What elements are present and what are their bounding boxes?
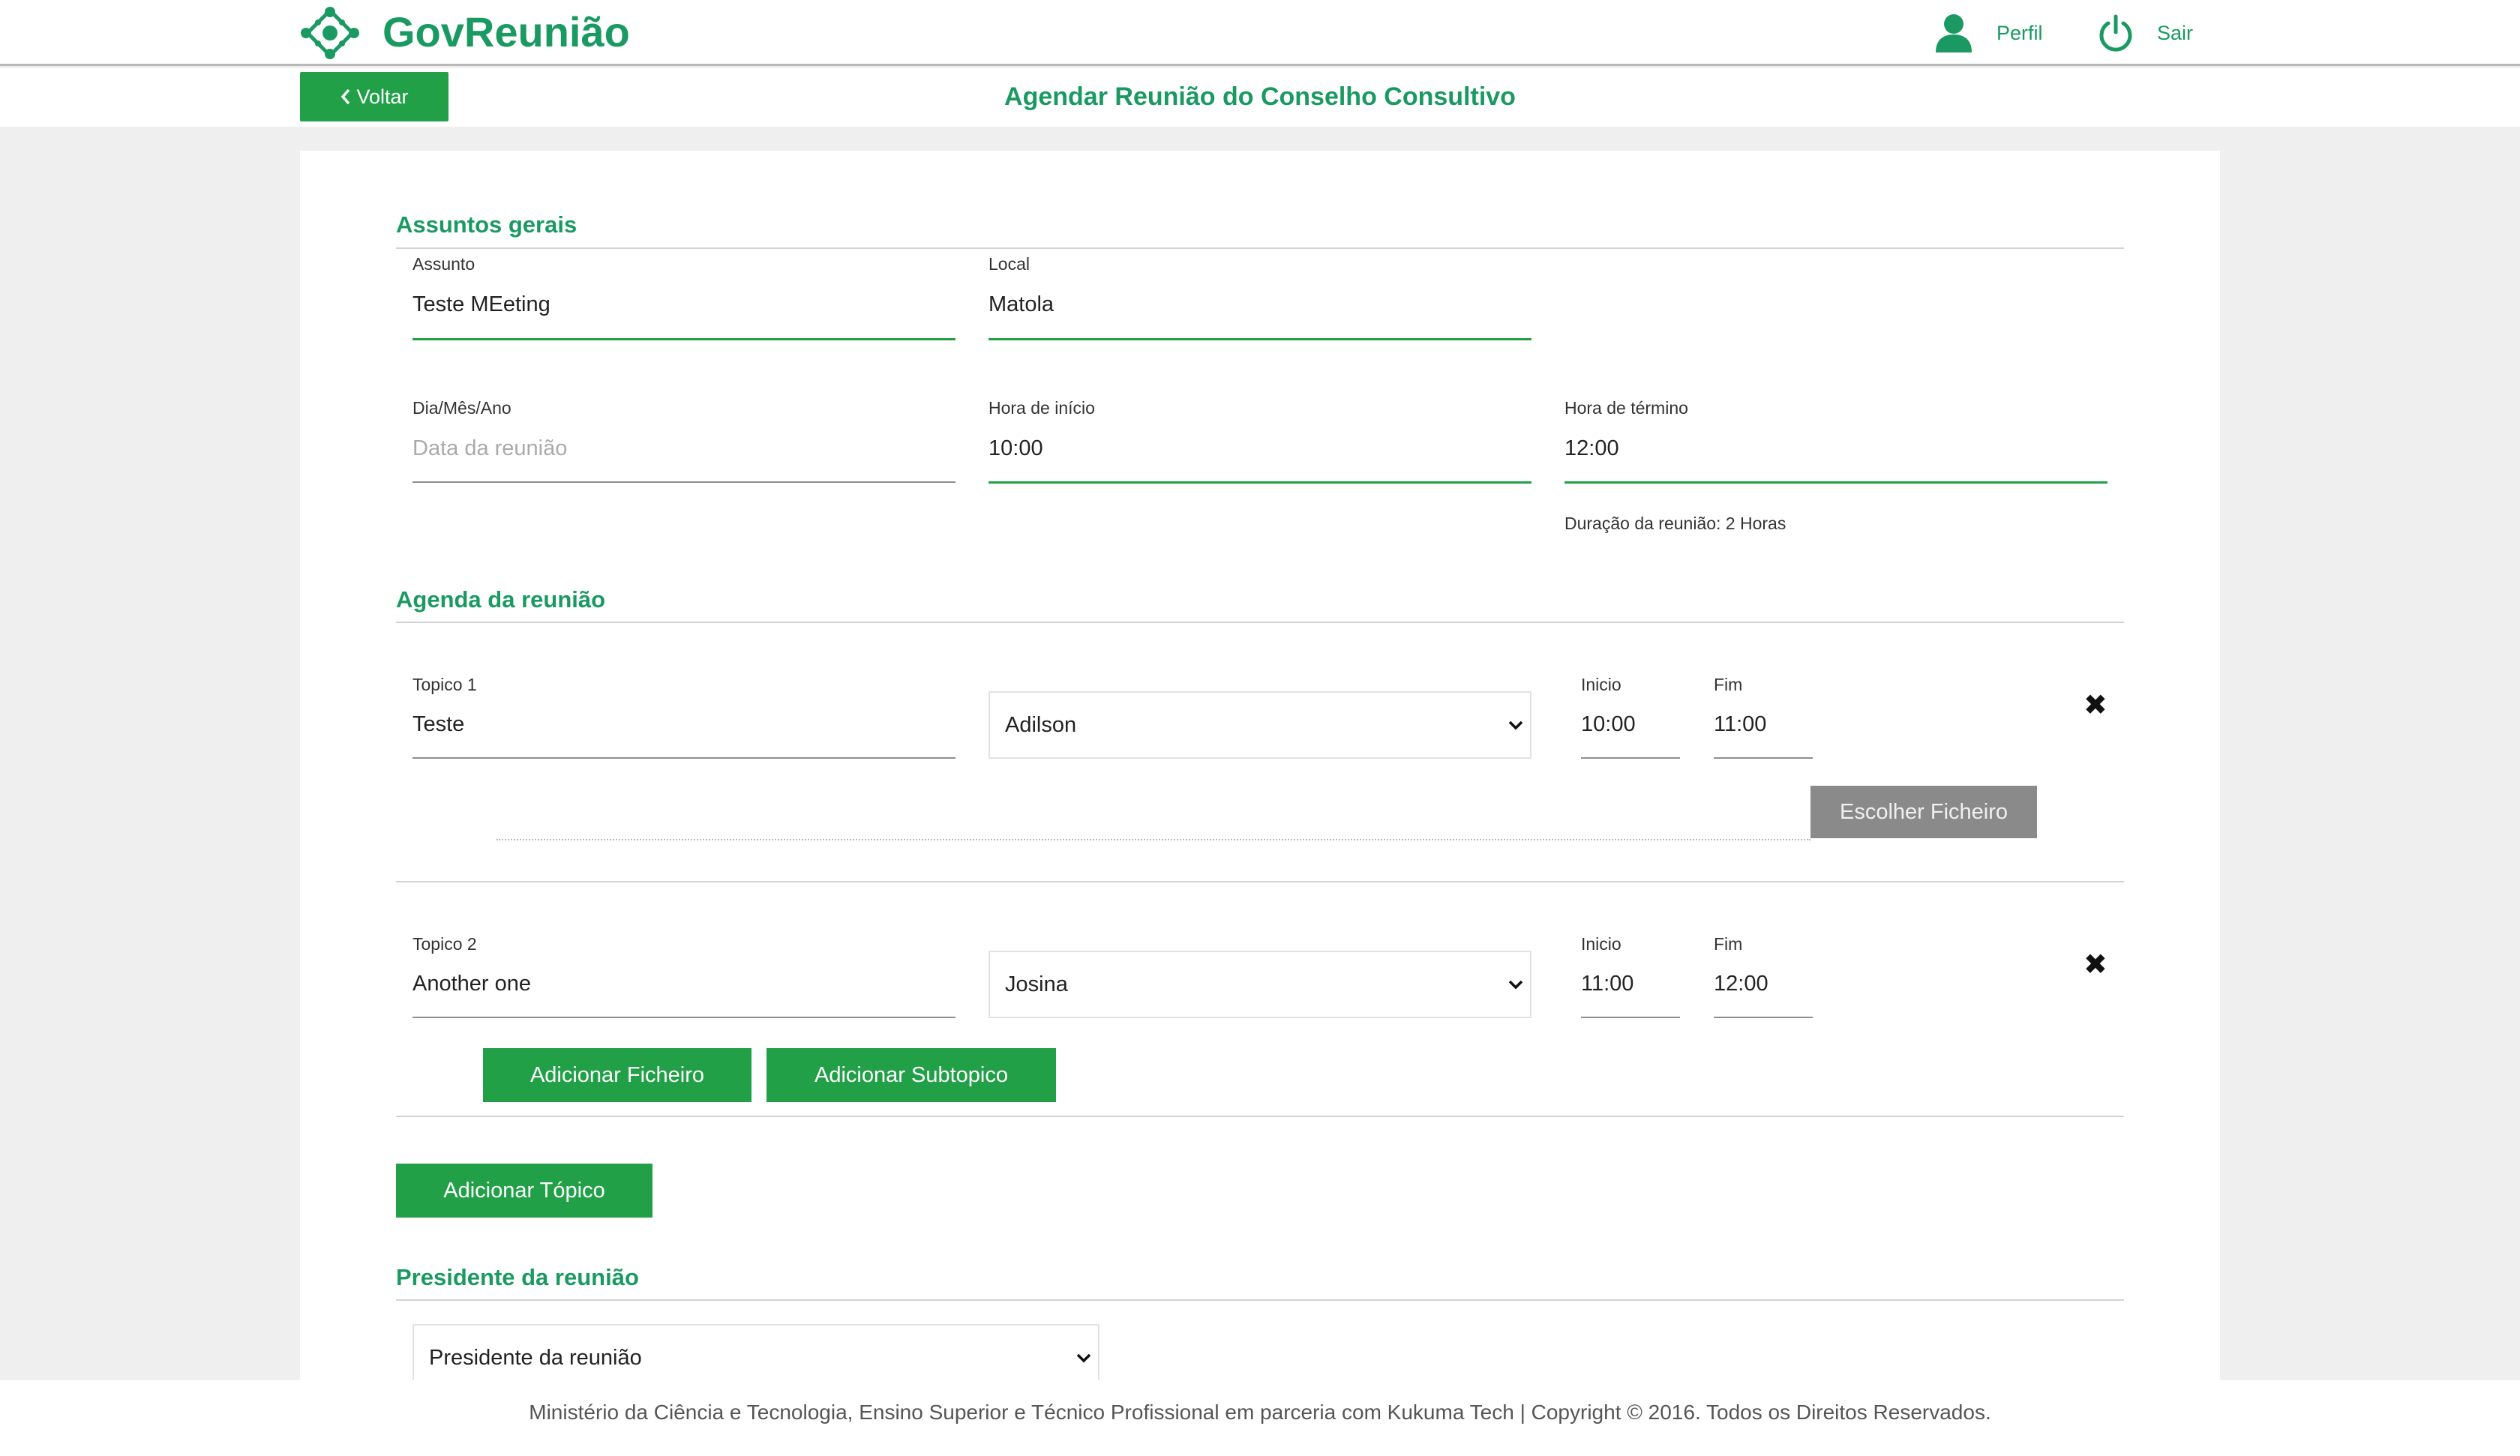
close-icon: ✖ — [2084, 690, 2108, 721]
president-select-value: Presidente da reunião — [429, 1345, 642, 1370]
logout-label: Sair — [2157, 21, 2194, 44]
profile-link[interactable]: Perfil — [1935, 10, 2043, 55]
topic-1-end-underline — [1714, 757, 1813, 759]
app-logo-text: GovReunião — [382, 8, 630, 55]
remove-topic-2-button[interactable]: ✖ — [2084, 948, 2108, 981]
topic-2-end-input[interactable]: 12:00 — [1714, 972, 1768, 996]
diamond-logo-icon — [301, 7, 359, 59]
topic-2-end-underline — [1714, 1017, 1813, 1018]
chevron-left-icon — [341, 88, 350, 105]
footer-text: Ministério da Ciência e Tecnologia, Ensi… — [529, 1401, 1991, 1424]
location-underline — [988, 338, 1532, 340]
location-input[interactable]: Matola — [988, 292, 1054, 317]
section-title-president: Presidente da reunião — [396, 1264, 639, 1290]
subject-input[interactable]: Teste MEeting — [412, 292, 550, 317]
section-divider — [396, 622, 2124, 623]
choose-file-button[interactable]: Escolher Ficheiro — [1810, 786, 2037, 838]
topic-1-person-select[interactable]: Adilson — [988, 691, 1532, 759]
topic-1-underline — [412, 757, 956, 759]
topic-divider — [396, 1116, 2124, 1117]
start-time-input[interactable]: 10:00 — [988, 436, 1043, 461]
chevron-down-icon — [1076, 1353, 1091, 1363]
profile-label: Perfil — [1996, 21, 2043, 44]
topic-1-start-label: Inicio — [1581, 675, 1622, 694]
section-title-agenda: Agenda da reunião — [396, 586, 606, 613]
date-label: Dia/Mês/Ano — [412, 398, 512, 418]
section-divider — [396, 1299, 2124, 1301]
subject-label: Assunto — [412, 254, 476, 274]
end-time-underline — [1564, 481, 2108, 484]
subject-underline — [412, 338, 956, 340]
topic-1-start-input[interactable]: 10:00 — [1581, 712, 1636, 737]
end-time-input[interactable]: 12:00 — [1564, 436, 1619, 461]
file-path-field — [496, 839, 1810, 840]
section-title-general: Assuntos gerais — [396, 211, 578, 238]
topic-1-person-value: Adilson — [1005, 712, 1077, 737]
topic-2-input[interactable]: Another one — [412, 972, 531, 996]
back-label: Voltar — [356, 85, 409, 108]
topic-2-start-label: Inicio — [1581, 934, 1622, 954]
topic-2-end-label: Fim — [1714, 934, 1743, 954]
logout-link[interactable]: Sair — [2098, 10, 2193, 55]
end-time-label: Hora de término — [1564, 398, 1688, 418]
topic-1-input[interactable]: Teste — [412, 712, 464, 737]
add-file-button[interactable]: Adicionar Ficheiro — [483, 1048, 752, 1102]
chevron-down-icon — [1508, 980, 1523, 990]
duration-text: Duração da reunião: 2 Horas — [1564, 514, 1786, 533]
topic-2-start-underline — [1581, 1017, 1680, 1018]
topic-2-start-input[interactable]: 11:00 — [1581, 972, 1634, 996]
topic-1-label: Topico 1 — [412, 675, 477, 694]
chevron-down-icon — [1508, 721, 1523, 730]
topic-2-label: Topico 2 — [412, 934, 477, 954]
power-icon — [2099, 14, 2132, 52]
start-time-underline — [988, 481, 1532, 484]
user-icon — [1936, 14, 1972, 52]
close-icon: ✖ — [2084, 949, 2108, 981]
topic-2-person-value: Josina — [1005, 972, 1068, 996]
location-label: Local — [988, 254, 1030, 274]
start-time-label: Hora de início — [988, 398, 1095, 418]
topic-2-underline — [412, 1017, 956, 1018]
add-subtopic-button[interactable]: Adicionar Subtopico — [766, 1048, 1056, 1102]
date-underline — [412, 481, 956, 483]
section-divider — [396, 247, 2124, 249]
date-input[interactable]: Data da reunião — [412, 436, 567, 461]
topic-1-end-input[interactable]: 11:00 — [1714, 712, 1766, 737]
topic-divider — [396, 881, 2124, 882]
remove-topic-1-button[interactable]: ✖ — [2084, 688, 2108, 722]
topic-2-person-select[interactable]: Josina — [988, 951, 1532, 1018]
add-topic-button[interactable]: Adicionar Tópico — [396, 1164, 652, 1218]
topic-1-start-underline — [1581, 757, 1680, 759]
back-button[interactable]: Voltar — [300, 72, 448, 121]
topic-1-end-label: Fim — [1714, 675, 1743, 694]
